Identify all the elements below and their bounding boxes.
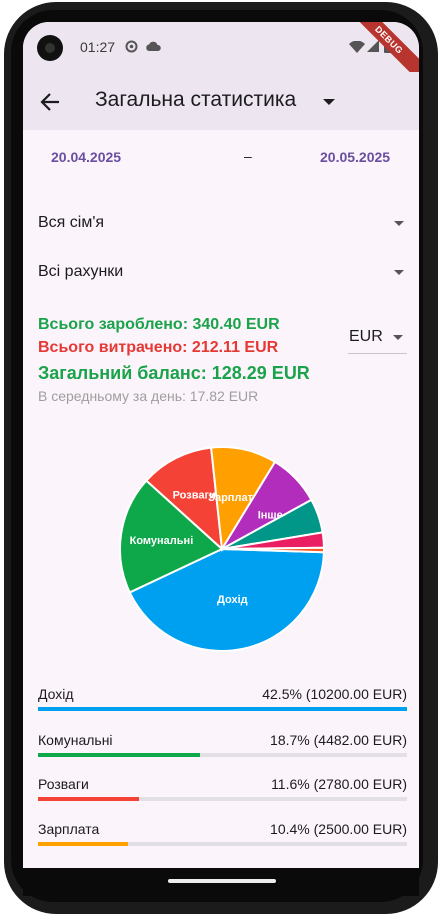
family-select-label: Вся сім'я [38, 214, 105, 231]
currency-select[interactable]: EUR [348, 322, 407, 354]
status-time: 01:27 [80, 39, 116, 55]
date-to[interactable]: 20.05.2025 [320, 149, 390, 165]
page-title[interactable]: Загальна статистика [95, 88, 296, 112]
pie-slice-label: Дохід [217, 594, 248, 606]
legend-progress-fill [38, 707, 407, 711]
cloud-icon [146, 41, 161, 51]
total-earned: Всього зароблено: 340.40 EUR [38, 316, 280, 333]
legend-progress-track [38, 797, 407, 801]
status-bar: 01:27 DEBUG [23, 22, 419, 89]
legend-row: Розваги 11.6% (2780.00 EUR) [38, 776, 407, 812]
app-screen: 01:27 DEBUG Загальна статистика 20.04.20… [23, 22, 419, 868]
signal-icon [367, 40, 379, 52]
legend-category-value: 11.6% (2780.00 EUR) [271, 776, 407, 792]
dropdown-arrow-icon [394, 221, 404, 226]
total-balance: Загальний баланс: 128.29 EUR [38, 363, 310, 383]
date-from[interactable]: 20.04.2025 [51, 149, 121, 165]
legend-category-name: Розваги [38, 776, 89, 792]
pie-slice-label: Комунальні [130, 535, 194, 547]
dropdown-arrow-icon [394, 270, 404, 275]
back-arrow-icon[interactable] [39, 91, 61, 113]
legend-row: Дохід 42.5% (10200.00 EUR) [38, 686, 407, 722]
legend-progress-fill [38, 842, 129, 846]
legend-progress-fill [38, 797, 139, 801]
legend-progress-track [38, 753, 407, 757]
legend-category-value: 18.7% (4482.00 EUR) [270, 732, 407, 748]
dropdown-arrow-icon [393, 335, 403, 340]
daily-average: В середньому за день: 17.82 EUR [38, 388, 259, 404]
family-select[interactable]: Вся сім'я [38, 208, 404, 238]
legend-progress-track [38, 707, 407, 711]
legend-progress-track [38, 842, 407, 846]
app-bar: Загальна статистика [23, 72, 419, 130]
date-separator: – [244, 148, 252, 164]
camera-cutout [37, 35, 63, 61]
settings-status-icon [125, 40, 138, 53]
legend-category-value: 10.4% (2500.00 EUR) [270, 821, 407, 837]
legend-category-name: Комунальні [38, 732, 113, 748]
legend-category-name: Зарплата [38, 821, 100, 837]
legend-row: Зарплата 10.4% (2500.00 EUR) [38, 821, 407, 857]
category-pie-chart: ДохідКомунальніРозвагиЗарплатаІнше [119, 446, 326, 652]
accounts-select[interactable]: Всі рахунки [38, 257, 404, 287]
wifi-icon [349, 41, 365, 53]
legend-progress-fill [38, 753, 201, 757]
total-spent: Всього витрачено: 212.11 EUR [38, 339, 279, 356]
title-dropdown-icon[interactable] [323, 99, 335, 105]
accounts-select-label: Всі рахунки [38, 263, 124, 280]
legend-category-name: Дохід [38, 686, 74, 702]
currency-select-label: EUR [349, 328, 383, 345]
legend-row: Комунальні 18.7% (4482.00 EUR) [38, 732, 407, 768]
legend-category-value: 42.5% (10200.00 EUR) [262, 686, 407, 702]
phone-frame: 01:27 DEBUG Загальна статистика 20.04.20… [0, 0, 442, 916]
home-gesture-handle[interactable] [168, 879, 276, 883]
